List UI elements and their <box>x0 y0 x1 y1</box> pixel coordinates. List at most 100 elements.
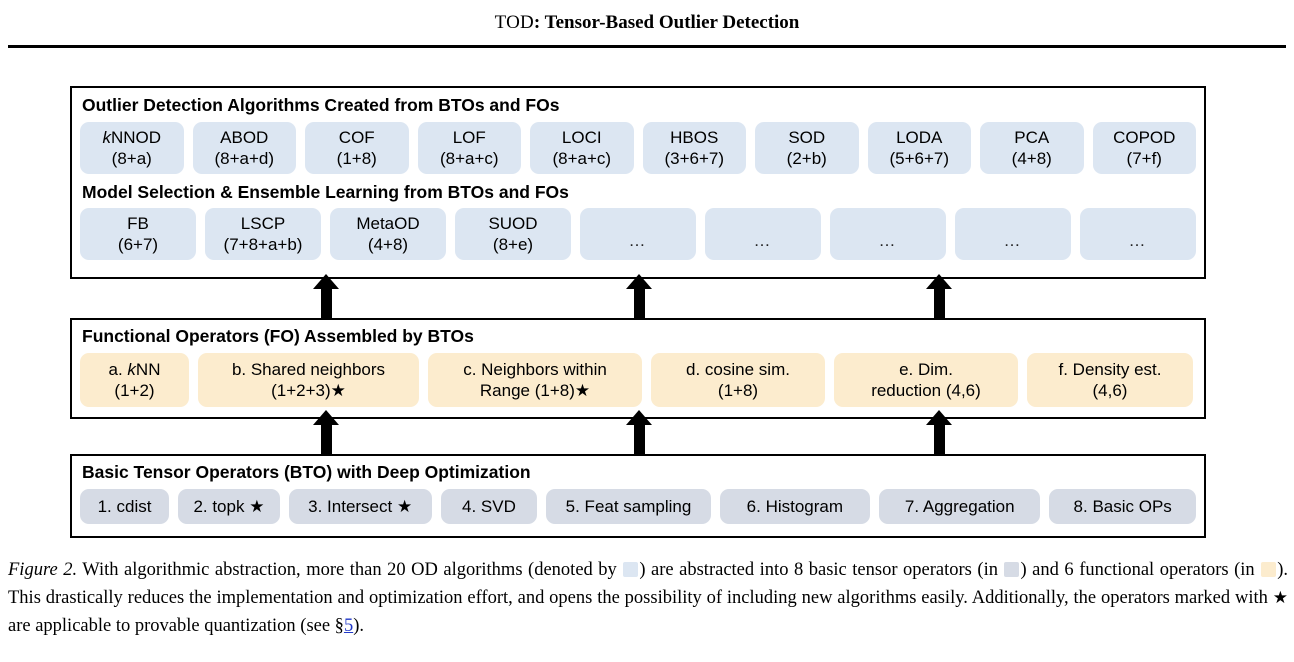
bto-chip-label: 7. Aggregation <box>904 496 1015 516</box>
model-chip-placeholder[interactable]: … <box>955 208 1071 260</box>
bto-chip[interactable]: 3. Intersect ★ <box>288 488 432 524</box>
algorithm-chip[interactable]: COF (1+8) <box>305 121 409 174</box>
arrow-shaft <box>321 286 332 318</box>
algorithm-chip-name-rest: NNOD <box>110 127 162 147</box>
bto-chip-label: 1. cdist <box>97 496 152 516</box>
bto-chip[interactable]: 5. Feat sampling <box>546 488 711 524</box>
bto-chip-row: 1. cdist 2. topk ★ 3. Intersect ★ 4. SVD… <box>72 482 1204 524</box>
figure-caption-part5: are applicable to provable quantization … <box>8 616 344 636</box>
fo-chip-row: a. kNN (1+2) b. Shared neighbors (1+2+3)… <box>72 346 1204 407</box>
arrow-bto-to-fo <box>313 410 339 454</box>
gray-swatch-icon <box>1004 562 1020 577</box>
model-chip-placeholder[interactable]: … <box>1080 208 1196 260</box>
italic-k: k <box>102 127 111 147</box>
model-chip-ops: (8+e) <box>492 235 534 254</box>
model-chip-name: FB <box>127 214 149 233</box>
bto-chip-label: 5. Feat sampling <box>565 496 692 516</box>
arrow-shaft <box>934 422 945 454</box>
algorithm-chip[interactable]: LOF (8+a+c) <box>417 121 521 174</box>
figure-caption-part3: ) and 6 functional operators (in <box>1020 560 1261 580</box>
algorithm-chip-ops: (5+6+7) <box>889 148 950 168</box>
algorithm-chip-row: kNNOD (8+a) ABOD (8+a+d) COF (1+8) LOF (… <box>72 115 1204 174</box>
fo-chip-suffix: NN <box>135 359 161 379</box>
fo-chip-line2: reduction (4,6) <box>871 380 981 400</box>
fo-panel-title: Functional Operators (FO) Assembled by B… <box>82 326 474 346</box>
model-chip-name: SUOD <box>488 214 538 233</box>
model-chip[interactable]: SUOD (8+e) <box>455 208 571 260</box>
algorithm-chip-ops: (2+b) <box>786 148 827 168</box>
algorithm-chip[interactable]: LODA (5+6+7) <box>867 121 971 174</box>
italic-k: k <box>127 359 136 379</box>
algorithm-chip-ops: (3+6+7) <box>664 148 725 168</box>
bto-chip-label: 4. SVD <box>462 496 516 516</box>
header-divider <box>8 45 1286 48</box>
fo-chip[interactable]: a. kNN (1+2) <box>80 352 189 407</box>
arrow-fo-to-algorithms <box>926 274 952 318</box>
algorithm-chip[interactable]: PCA (4+8) <box>980 121 1084 174</box>
figure-caption-part6: ). <box>353 616 364 636</box>
model-chip-placeholder[interactable]: … <box>830 208 946 260</box>
model-chip[interactable]: MetaOD (4+8) <box>330 208 446 260</box>
ellipsis-label: … <box>1003 231 1023 250</box>
arrow-shaft <box>321 422 332 454</box>
fo-chip-line2: (4,6) <box>1092 380 1128 400</box>
algorithm-chip-ops: (8+a+c) <box>552 148 612 168</box>
model-chip[interactable]: LSCP (7+8+a+b) <box>205 208 321 260</box>
fo-chip-prefix: a. <box>108 359 128 379</box>
model-chip-placeholder[interactable]: … <box>580 208 696 260</box>
algorithm-chip[interactable]: kNNOD (8+a) <box>80 121 184 174</box>
fo-chip-line2: (1+2+3)★ <box>271 380 346 400</box>
algorithm-chip[interactable]: LOCI (8+a+c) <box>530 121 634 174</box>
algorithm-chip[interactable]: ABOD (8+a+d) <box>192 121 296 174</box>
page-title-rest: : Tensor-Based Outlier Detection <box>533 12 800 33</box>
fo-chip[interactable]: e. Dim. reduction (4,6) <box>834 352 1018 407</box>
algorithm-chip[interactable]: SOD (2+b) <box>755 121 859 174</box>
algorithm-chip-name: LOF <box>452 127 486 147</box>
bto-chip-label: 3. Intersect ★ <box>308 496 413 516</box>
algorithms-panel: Outlier Detection Algorithms Created fro… <box>70 86 1206 279</box>
bto-chip[interactable]: 2. topk ★ <box>178 488 280 524</box>
algorithm-chip-name: LOCI <box>561 127 602 147</box>
functional-operators-panel: Functional Operators (FO) Assembled by B… <box>70 318 1206 419</box>
fo-chip-line1: d. cosine sim. <box>686 359 790 379</box>
arrow-bto-to-fo <box>626 410 652 454</box>
algorithm-chip-name: ABOD <box>220 127 269 147</box>
algorithm-chip-name: COPOD <box>1113 127 1176 147</box>
fo-chip[interactable]: f. Density est. (4,6) <box>1027 352 1193 407</box>
algorithm-chip[interactable]: COPOD (7+f) <box>1092 121 1196 174</box>
figure-caption-label: Figure 2. <box>8 560 78 580</box>
fo-chip[interactable]: d. cosine sim. (1+8) <box>651 352 825 407</box>
model-chip-ops: (4+8) <box>367 235 409 254</box>
arrow-fo-to-algorithms <box>313 274 339 318</box>
bto-chip[interactable]: 1. cdist <box>80 488 170 524</box>
model-chip-name: LSCP <box>240 214 286 233</box>
fo-chip[interactable]: b. Shared neighbors (1+2+3)★ <box>198 352 419 407</box>
algorithm-chip[interactable]: HBOS (3+6+7) <box>642 121 746 174</box>
fo-chip-line2: (1+8) <box>717 380 759 400</box>
fo-chip-line2: (1+2) <box>114 380 155 400</box>
fo-chip[interactable]: c. Neighbors within Range (1+8)★ <box>428 352 642 407</box>
model-chip-name: MetaOD <box>356 214 420 233</box>
figure-caption-part2: ) are abstracted into 8 basic tensor ope… <box>639 560 1004 580</box>
ellipsis-label: … <box>628 231 648 250</box>
algorithm-chip-name: HBOS <box>670 127 719 147</box>
bto-chip-label: 8. Basic OPs <box>1073 496 1172 516</box>
fo-chip-line1: b. Shared neighbors <box>231 359 386 379</box>
bto-chip[interactable]: 8. Basic OPs <box>1049 488 1196 524</box>
bto-chip-label: 2. topk ★ <box>193 496 265 516</box>
fo-chip-line2: Range (1+8)★ <box>479 380 591 400</box>
bto-panel-title: Basic Tensor Operators (BTO) with Deep O… <box>82 462 531 482</box>
model-chip[interactable]: FB (6+7) <box>80 208 196 260</box>
algorithms-panel-title: Outlier Detection Algorithms Created fro… <box>82 95 560 115</box>
section-reference-link[interactable]: 5 <box>344 616 353 636</box>
algorithm-chip-name: PCA <box>1014 127 1050 147</box>
models-panel-title: Model Selection & Ensemble Learning from… <box>82 181 569 202</box>
bto-chip[interactable]: 4. SVD <box>440 488 538 524</box>
model-chip-placeholder[interactable]: … <box>705 208 821 260</box>
bto-chip[interactable]: 6. Histogram <box>719 488 871 524</box>
blue-swatch-icon <box>623 562 639 577</box>
bto-chip[interactable]: 7. Aggregation <box>879 488 1041 524</box>
model-chip-row: FB (6+7) LSCP (7+8+a+b) MetaOD (4+8) SUO… <box>72 201 1204 260</box>
model-chip-ops: (6+7) <box>117 235 159 254</box>
figure-caption-part1: With algorithmic abstraction, more than … <box>77 560 623 580</box>
